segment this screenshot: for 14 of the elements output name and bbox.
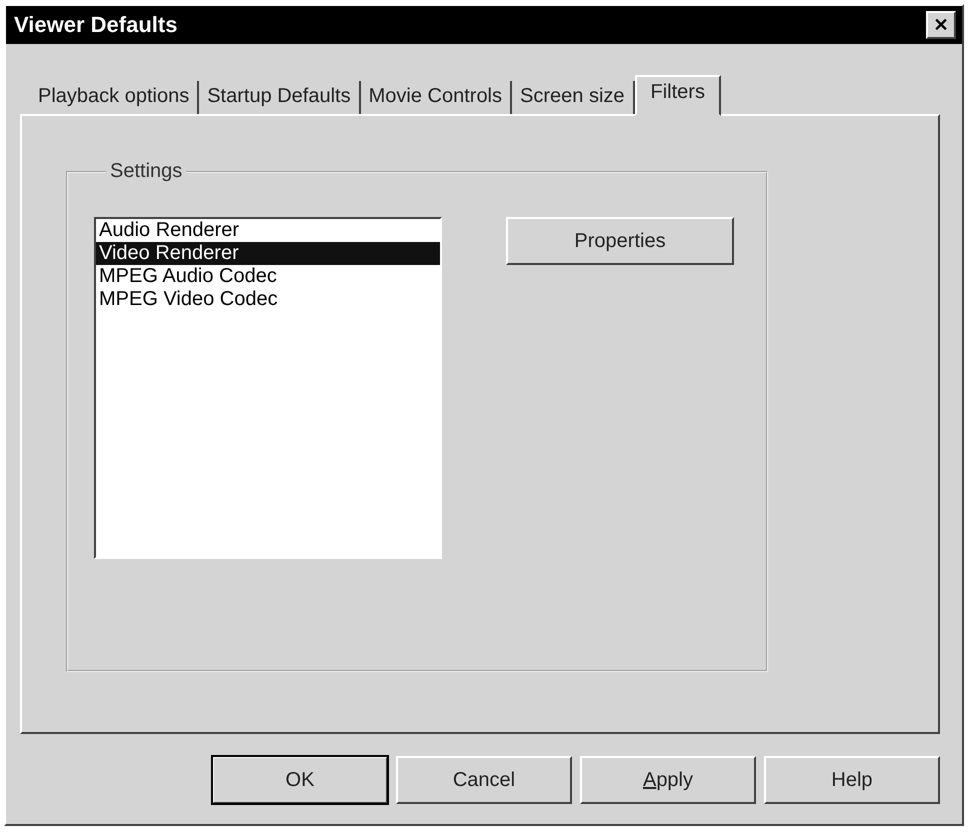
tab[interactable]: Filters (634, 75, 721, 116)
dialog-button[interactable]: Apply (580, 756, 756, 804)
window-title: Viewer Defaults (14, 12, 178, 38)
dialog-button[interactable]: OK (212, 756, 388, 804)
close-button[interactable]: ✕ (926, 11, 956, 39)
list-item[interactable]: MPEG Audio Codec (96, 265, 440, 288)
list-item[interactable]: Video Renderer (96, 242, 440, 265)
dialog-button[interactable]: Cancel (396, 756, 572, 804)
properties-button[interactable]: Properties (506, 217, 734, 265)
list-item[interactable]: Audio Renderer (96, 219, 440, 242)
list-item[interactable]: MPEG Video Codec (96, 288, 440, 311)
dialog-button[interactable]: Help (764, 756, 940, 804)
filter-list[interactable]: Audio Renderer Video Renderer MPEG Audio Codec MPEG Video Codec (94, 217, 442, 559)
group-title: Settings (109, 160, 184, 183)
